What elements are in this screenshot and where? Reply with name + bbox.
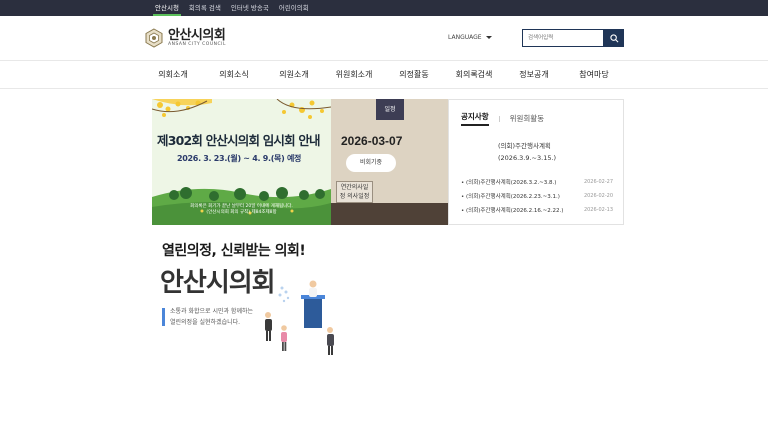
nav-information-disclosure[interactable]: 정보공개 <box>511 61 557 89</box>
tab-notices[interactable]: 공지사항 <box>461 111 489 126</box>
citizens-podium-illustration <box>265 280 334 355</box>
utility-link-internet-broadcast[interactable]: 인터넷 방송국 <box>226 0 274 16</box>
tab-divider <box>498 115 500 122</box>
notice-date: 2026-02-27 <box>583 179 613 185</box>
notice-title: (의회)주간행사계획(2026.2.23.~3.1.) <box>461 192 560 200</box>
notice-date: 2026-02-13 <box>583 207 613 213</box>
nav-participation[interactable]: 참여마당 <box>571 61 617 89</box>
schedule-card: 일정 2026-03-07 비회기중 연간의사일정 의사일정 <box>331 99 448 225</box>
utility-link-ansan-city[interactable]: 안산시청 <box>150 0 184 16</box>
slogan-description-line-2: 열린의정을 실현하겠습니다. <box>170 319 241 326</box>
annual-schedule-link[interactable]: 연간의사일정 의사일정 <box>336 181 373 203</box>
caret-down-icon <box>485 36 492 39</box>
notice-title: (의회)주간행사계획(2026.3.2.~3.8.) <box>461 178 556 186</box>
notice-panel: 공지사항 위원회활동 (의회)주간행사계획 (2026.3.9.~3.15.) … <box>448 99 624 225</box>
top-utility-bar: 안산시청 회의록 검색 인터넷 방송국 어린이의회 <box>0 0 768 16</box>
notice-date: 2026-02-20 <box>583 193 613 199</box>
banner-footnote-line-2: (안산시의회 회의 규칙) 제84조제8항 <box>206 210 277 215</box>
logo-subtitle: ANSAN CITY COUNCIL <box>168 41 226 47</box>
banner-title: 제302회 안산시의회 임시회 안내 <box>157 133 321 148</box>
search-button[interactable] <box>604 29 624 47</box>
banner-footnote: 회의록은 회기가 끝난 날부터 20일 이내에 게재됩니다. (안산시의회 회의… <box>152 204 331 216</box>
council-emblem-icon <box>145 28 163 48</box>
slogan-section: 열린의정, 신뢰받는 의회! 안산시의회 소통과 화합으로 시민과 함께하는 열… <box>160 240 340 355</box>
tab-committee-activity[interactable]: 위원회활동 <box>510 113 545 124</box>
nav-committee-intro[interactable]: 위원회소개 <box>331 61 377 89</box>
utility-links: 안산시청 회의록 검색 인터넷 방송국 어린이의회 <box>150 0 314 16</box>
notice-list: (의회)주간행사계획(2026.3.2.~3.8.) 2026-02-27 (의… <box>461 175 613 217</box>
notice-title: (의회)주간행사계획(2026.2.16.~2.22.) <box>461 206 563 214</box>
main-navigation: 의회소개 의회소식 의원소개 위원회소개 의정활동 회의록검색 정보공개 참여마… <box>0 60 768 89</box>
site-header: 안산시의회 ANSAN CITY COUNCIL LANGUAGE <box>0 16 768 60</box>
language-selector[interactable]: LANGUAGE <box>448 34 492 41</box>
site-logo[interactable]: 안산시의회 ANSAN CITY COUNCIL <box>144 28 226 48</box>
slogan-council-name: 안산시의회 <box>160 268 276 298</box>
nav-council-news[interactable]: 의회소식 <box>211 61 257 89</box>
schedule-tag: 일정 <box>376 99 404 120</box>
search-icon <box>609 33 618 42</box>
schedule-footer-bar <box>331 203 448 225</box>
banner-date-range: 2026. 3. 23.(월) ~ 4. 9.(목) 예정 <box>177 154 302 163</box>
list-item[interactable]: (의회)주간행사계획(2026.3.2.~3.8.) 2026-02-27 <box>461 175 613 189</box>
featured-notice[interactable]: (의회)주간행사계획 (2026.3.9.~3.15.) <box>498 140 556 164</box>
site-search <box>522 29 624 47</box>
logo-title: 안산시의회 <box>168 27 226 43</box>
list-item[interactable]: (의회)주간행사계획(2026.2.23.~3.1.) 2026-02-20 <box>461 189 613 203</box>
featured-notice-title: (의회)주간행사계획 <box>498 142 551 150</box>
slogan-accent-bar <box>162 308 165 326</box>
slogan-description-line-1: 소통과 화합으로 시민과 함께하는 <box>170 308 254 315</box>
nav-minutes-search[interactable]: 회의록검색 <box>451 61 497 89</box>
schedule-date: 2026-03-07 <box>341 134 403 148</box>
utility-link-minutes-search[interactable]: 회의록 검색 <box>184 0 226 16</box>
language-label: LANGUAGE <box>448 34 482 41</box>
search-input[interactable] <box>522 29 604 47</box>
slogan-description: 소통과 화합으로 시민과 함께하는 열린의정을 실현하겠습니다. <box>170 306 253 328</box>
session-banner[interactable]: 제302회 안산시의회 임시회 안내 2026. 3. 23.(월) ~ 4. … <box>152 99 331 225</box>
notice-tabs: 공지사항 위원회활동 <box>461 111 544 126</box>
utility-link-children-council[interactable]: 어린이의회 <box>274 0 314 16</box>
featured-notice-period: (2026.3.9.~3.15.) <box>498 154 557 162</box>
session-status-badge: 비회기중 <box>346 154 396 172</box>
nav-council-intro[interactable]: 의회소개 <box>150 61 196 89</box>
list-item[interactable]: (의회)주간행사계획(2026.2.16.~2.22.) 2026-02-13 <box>461 203 613 217</box>
slogan-headline: 열린의정, 신뢰받는 의회! <box>162 243 306 259</box>
nav-legislative-activity[interactable]: 의정활동 <box>391 61 437 89</box>
nav-member-intro[interactable]: 의원소개 <box>271 61 317 89</box>
